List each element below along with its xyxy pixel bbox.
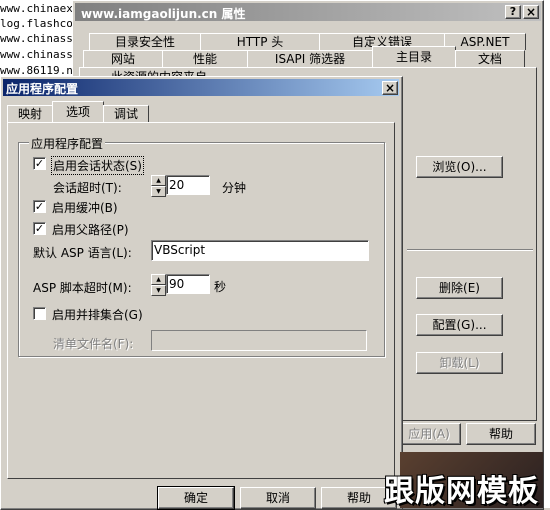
tab-isapi-filters[interactable]: ISAPI 筛选器 [247, 50, 373, 67]
tab-debugging[interactable]: 调试 [103, 105, 149, 122]
script-timeout-input[interactable]: 90 [166, 274, 210, 294]
tab-aspnet[interactable]: ASP.NET [444, 33, 526, 50]
tab-http-headers[interactable]: HTTP 头 [200, 33, 320, 50]
close-icon[interactable]: × [523, 5, 539, 19]
enable-side-by-side-label: 启用并排集合(G) [52, 308, 143, 322]
app-config-dialog: 应用程序配置 × 映射 选项 调试 应用程序配置 ✓ 启用会话状态(S) 会话超… [0, 76, 403, 510]
close-icon[interactable]: × [382, 81, 398, 95]
default-lang-label: 默认 ASP 语言(L): [33, 246, 132, 260]
watermark-text: 跟版网模板 [384, 474, 539, 509]
cancel-button[interactable]: 取消 [240, 487, 316, 509]
tab-mappings[interactable]: 映射 [7, 105, 53, 122]
sidebar-item[interactable]: log.flashco [0, 17, 73, 30]
unload-button[interactable]: 卸载(L) [416, 352, 503, 374]
session-timeout-input[interactable]: 20 [166, 175, 210, 195]
manifest-input[interactable] [151, 330, 367, 351]
tab-documents[interactable]: 文档 [455, 50, 525, 67]
tab-website[interactable]: 网站 [83, 50, 163, 67]
script-timeout-unit: 秒 [214, 280, 227, 294]
enable-session-checkbox[interactable]: ✓ [33, 157, 46, 170]
background-window-edge [543, 0, 550, 508]
properties-title: www.iamgaolijun.cn 属性 [81, 7, 246, 21]
tab-options[interactable]: 选项 [52, 101, 104, 122]
default-lang-input[interactable]: VBScript [151, 240, 369, 261]
sidebar-item[interactable]: www.chinaext [0, 2, 79, 15]
manifest-label: 清单文件名(F): [53, 337, 134, 351]
tab-directory-security[interactable]: 目录安全性 [89, 33, 201, 50]
session-timeout-unit: 分钟 [222, 181, 247, 195]
apply-button[interactable]: 应用(A) [397, 423, 461, 445]
session-timeout-label: 会话超时(T): [53, 181, 122, 195]
sidebar-item[interactable]: www.chinassj [0, 48, 79, 61]
enable-session-label: 启用会话状态(S) [51, 156, 144, 175]
script-timeout-spinner[interactable]: ▲ ▼ [151, 274, 166, 296]
properties-title-bar[interactable]: www.iamgaolijun.cn 属性 ? × [75, 3, 541, 21]
tab-home-directory[interactable]: 主目录 [372, 46, 456, 67]
spin-up-icon[interactable]: ▲ [151, 175, 166, 186]
properties-help-button[interactable]: 帮助 [466, 423, 536, 445]
delete-button[interactable]: 删除(E) [416, 277, 503, 299]
help-icon[interactable]: ? [505, 5, 521, 19]
spin-down-icon[interactable]: ▼ [151, 285, 166, 296]
tab-performance[interactable]: 性能 [162, 50, 248, 67]
spin-down-icon[interactable]: ▼ [151, 186, 166, 197]
spin-up-icon[interactable]: ▲ [151, 274, 166, 285]
enable-buffering-label: 启用缓冲(B) [52, 201, 118, 215]
enable-parent-paths-checkbox[interactable]: ✓ [33, 222, 46, 235]
session-timeout-spinner[interactable]: ▲ ▼ [151, 175, 166, 197]
group-label: 应用程序配置 [29, 135, 106, 152]
enable-buffering-checkbox[interactable]: ✓ [33, 200, 46, 213]
enable-side-by-side-checkbox[interactable] [33, 307, 46, 320]
app-config-title-bar[interactable]: 应用程序配置 × [3, 79, 399, 96]
enable-parent-paths-label: 启用父路径(P) [52, 223, 129, 237]
browse-button[interactable]: 浏览(O)... [416, 156, 503, 178]
sidebar-item[interactable]: www.chinassj [0, 32, 79, 45]
script-timeout-label: ASP 脚本超时(M): [33, 281, 132, 295]
divider [407, 249, 533, 251]
ok-button[interactable]: 确定 [157, 486, 235, 510]
configuration-button[interactable]: 配置(G)... [416, 314, 503, 336]
app-config-title: 应用程序配置 [6, 82, 79, 96]
